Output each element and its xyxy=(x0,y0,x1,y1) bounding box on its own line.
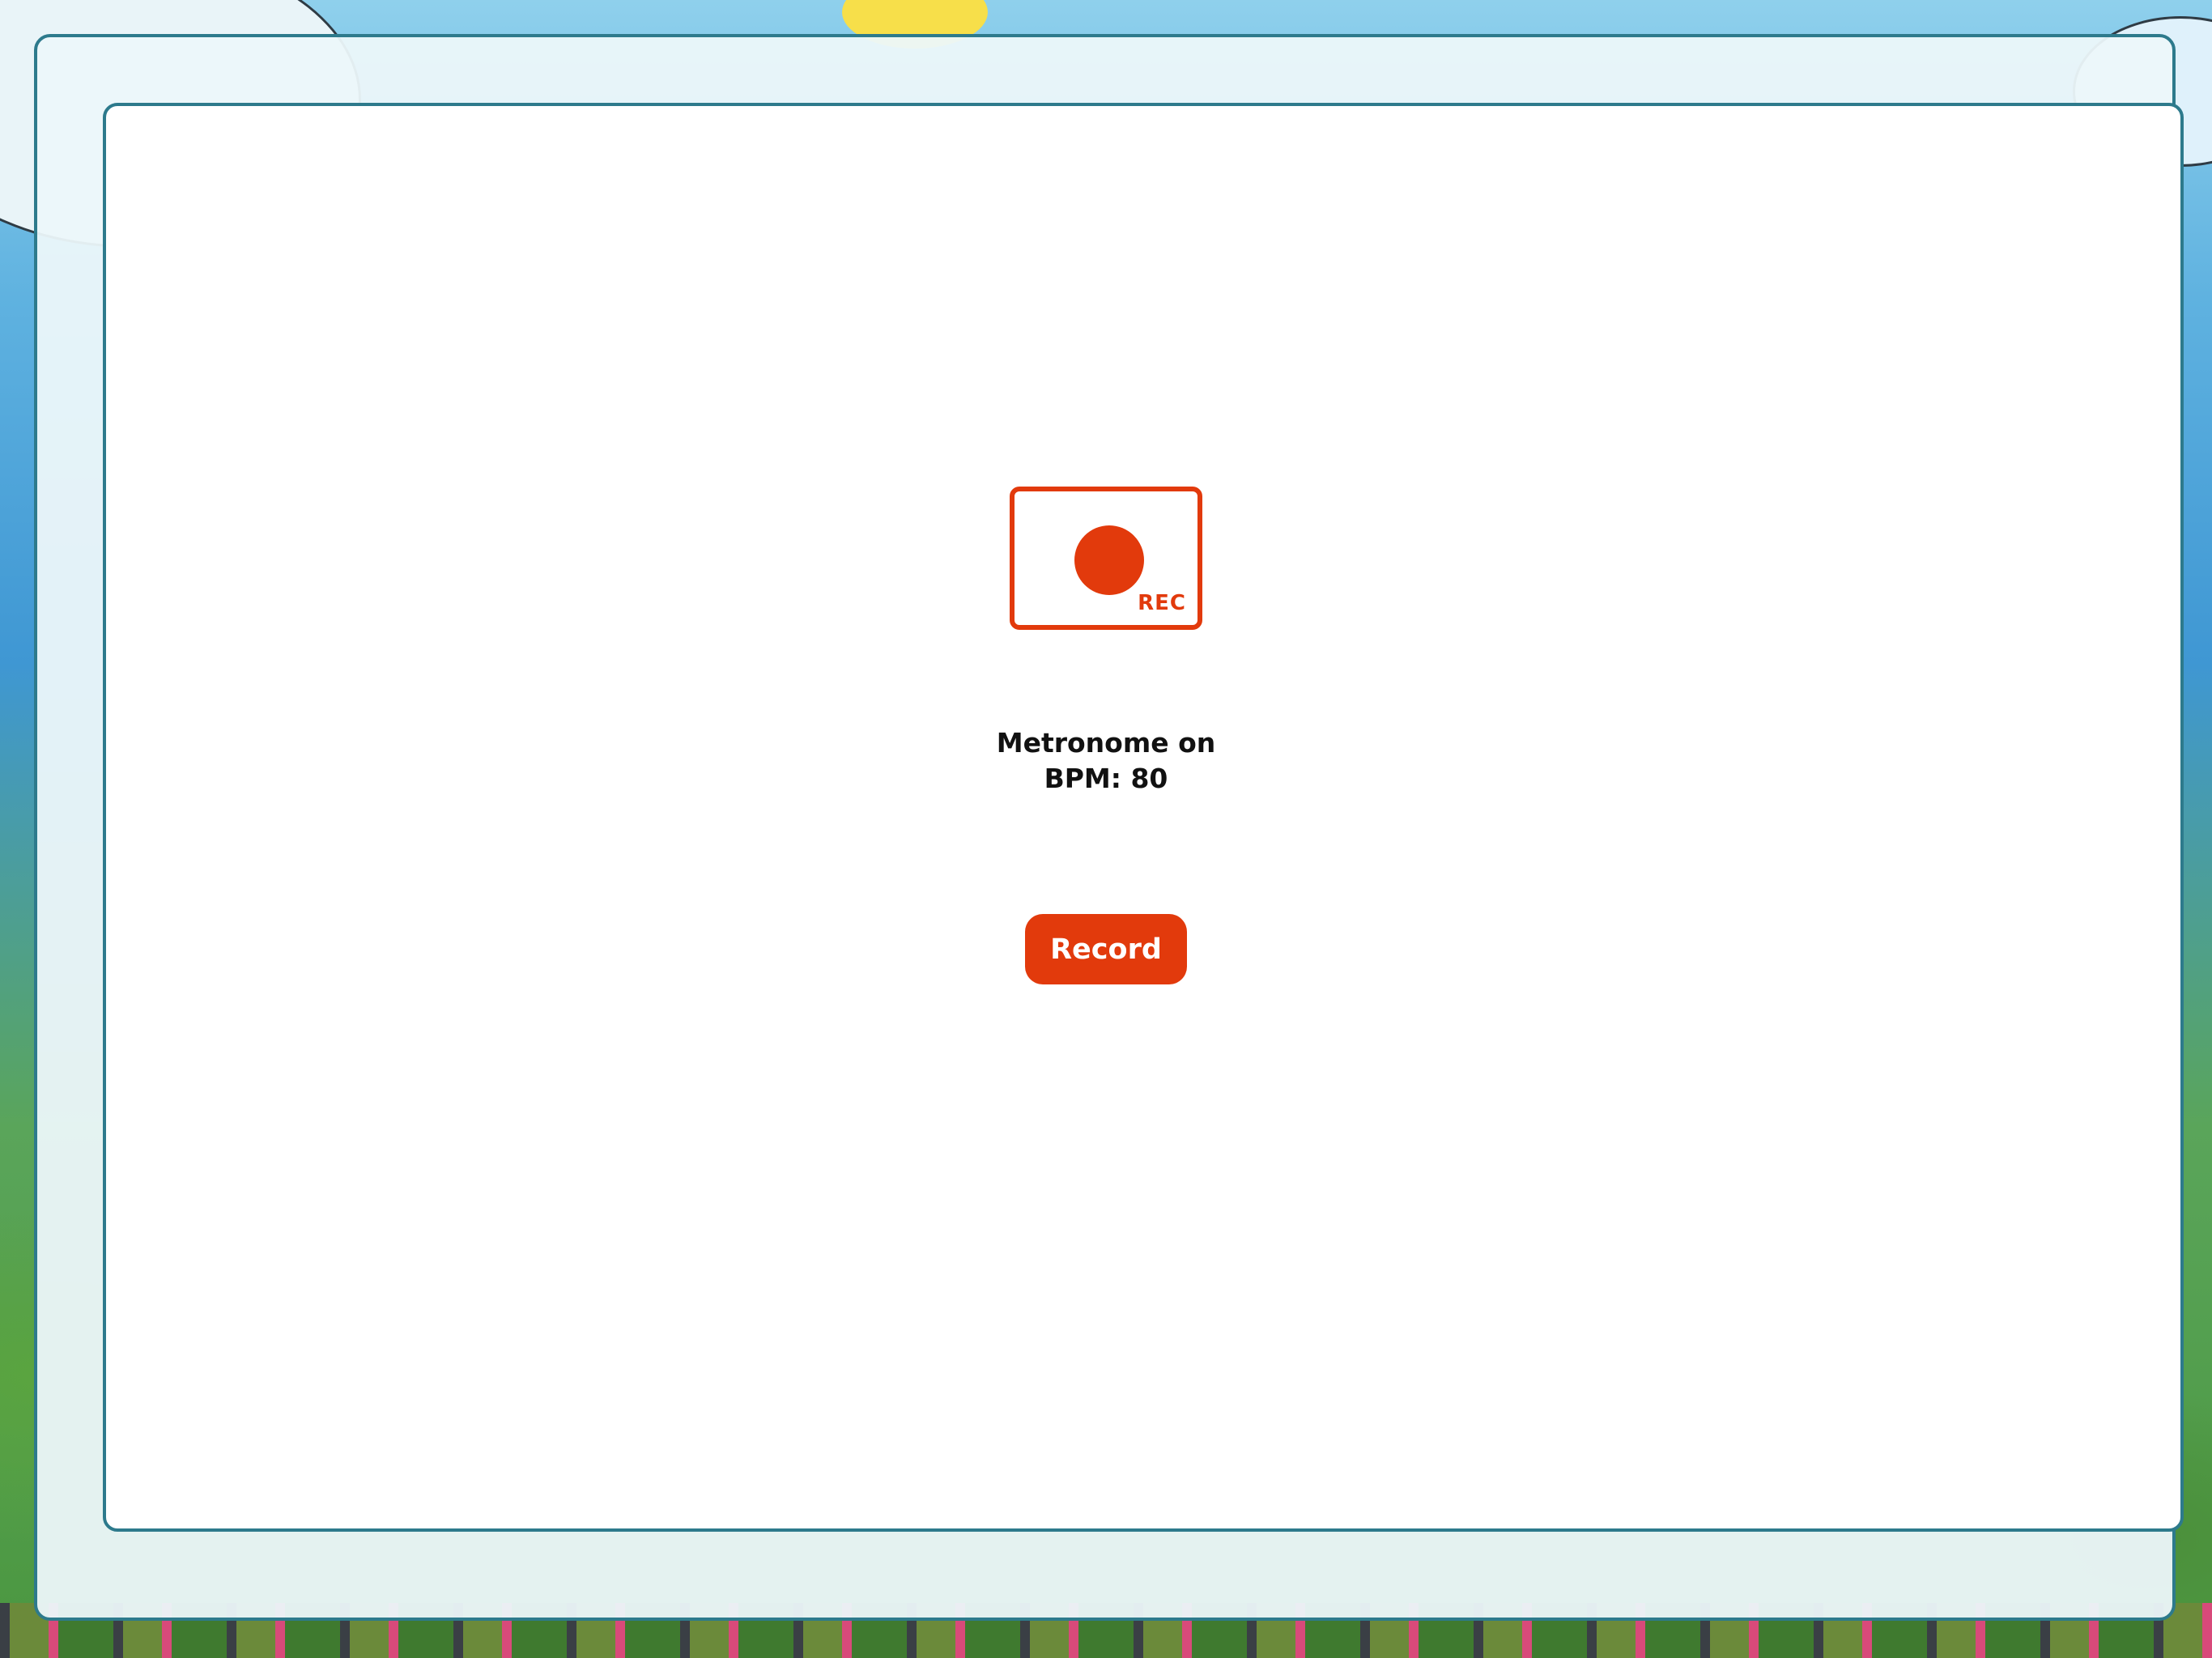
record-dot-icon xyxy=(1074,525,1144,595)
record-icon: REC xyxy=(1010,487,1202,630)
metronome-status-line: Metronome on xyxy=(996,727,1216,759)
modal-outer-frame xyxy=(34,34,2184,1621)
rec-label: REC xyxy=(1138,591,1186,615)
bpm-readout: BPM: 80 xyxy=(1044,763,1168,794)
metronome-status: Metronome on BPM: 80 xyxy=(863,725,1349,797)
recorder-panel xyxy=(103,103,2184,1532)
record-button[interactable]: Record xyxy=(1025,914,1187,984)
